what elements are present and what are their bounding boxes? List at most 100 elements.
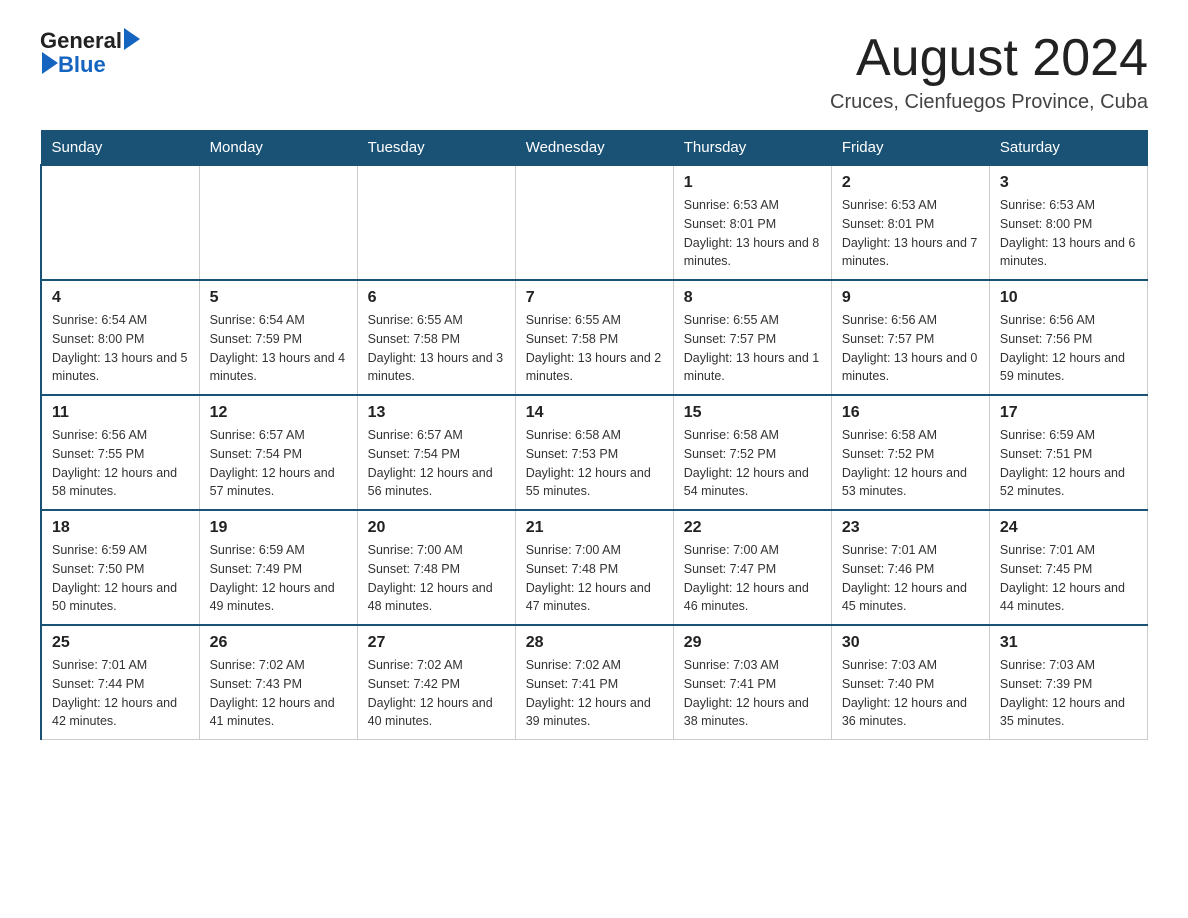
day-number: 18 bbox=[52, 519, 189, 537]
header-row: SundayMondayTuesdayWednesdayThursdayFrid… bbox=[41, 131, 1148, 166]
day-info: Sunrise: 7:03 AMSunset: 7:40 PMDaylight:… bbox=[842, 656, 979, 731]
day-cell bbox=[357, 165, 515, 280]
page-header: General Blue August 2024 Cruces, Cienfue… bbox=[40, 30, 1148, 114]
calendar-table: SundayMondayTuesdayWednesdayThursdayFrid… bbox=[40, 130, 1148, 740]
day-cell: 15 Sunrise: 6:58 AMSunset: 7:52 PMDayligh… bbox=[673, 395, 831, 510]
col-header-sunday: Sunday bbox=[41, 131, 199, 166]
week-row-1: 1Sunrise: 6:53 AMSunset: 8:01 PMDaylight… bbox=[41, 165, 1148, 280]
day-cell: 20 Sunrise: 7:00 AMSunset: 7:48 PMDayligh… bbox=[357, 510, 515, 625]
day-number: 31 bbox=[1000, 634, 1137, 652]
day-info: Sunrise: 6:56 AMSunset: 7:55 PMDaylight:… bbox=[52, 426, 189, 501]
day-number: 29 bbox=[684, 634, 821, 652]
day-number: 14 bbox=[526, 404, 663, 422]
day-info: Sunrise: 7:03 AMSunset: 7:41 PMDaylight:… bbox=[684, 656, 821, 731]
day-cell: 27 Sunrise: 7:02 AMSunset: 7:42 PMDayligh… bbox=[357, 625, 515, 740]
day-number: 21 bbox=[526, 519, 663, 537]
day-cell: 11 Sunrise: 6:56 AMSunset: 7:55 PMDayligh… bbox=[41, 395, 199, 510]
day-cell: 6 Sunrise: 6:55 AMSunset: 7:58 PMDaylight… bbox=[357, 280, 515, 395]
day-info: Sunrise: 7:00 AMSunset: 7:47 PMDaylight:… bbox=[684, 541, 821, 616]
day-cell: 26 Sunrise: 7:02 AMSunset: 7:43 PMDayligh… bbox=[199, 625, 357, 740]
day-cell: 1Sunrise: 6:53 AMSunset: 8:01 PMDaylight… bbox=[673, 165, 831, 280]
day-cell: 16 Sunrise: 6:58 AMSunset: 7:52 PMDayligh… bbox=[831, 395, 989, 510]
day-cell: 23Sunrise: 7:01 AMSunset: 7:46 PMDayligh… bbox=[831, 510, 989, 625]
day-number: 30 bbox=[842, 634, 979, 652]
day-number: 20 bbox=[368, 519, 505, 537]
title-block: August 2024 Cruces, Cienfuegos Province,… bbox=[830, 30, 1148, 114]
day-number: 24 bbox=[1000, 519, 1137, 537]
day-number: 10 bbox=[1000, 289, 1137, 307]
day-info: Sunrise: 6:54 AMSunset: 8:00 PMDaylight:… bbox=[52, 311, 189, 386]
day-number: 19 bbox=[210, 519, 347, 537]
day-cell: 14 Sunrise: 6:58 AMSunset: 7:53 PMDayligh… bbox=[515, 395, 673, 510]
day-cell: 24Sunrise: 7:01 AMSunset: 7:45 PMDayligh… bbox=[989, 510, 1147, 625]
day-cell: 12Sunrise: 6:57 AMSunset: 7:54 PMDayligh… bbox=[199, 395, 357, 510]
day-number: 11 bbox=[52, 404, 189, 422]
day-cell bbox=[41, 165, 199, 280]
logo: General Blue bbox=[40, 30, 140, 76]
logo-arrow-icon2 bbox=[42, 52, 58, 74]
day-cell: 4 Sunrise: 6:54 AMSunset: 8:00 PMDaylight… bbox=[41, 280, 199, 395]
day-number: 13 bbox=[368, 404, 505, 422]
day-number: 8 bbox=[684, 289, 821, 307]
col-header-thursday: Thursday bbox=[673, 131, 831, 166]
day-cell: 29 Sunrise: 7:03 AMSunset: 7:41 PMDayligh… bbox=[673, 625, 831, 740]
day-number: 27 bbox=[368, 634, 505, 652]
day-info: Sunrise: 6:58 AMSunset: 7:52 PMDaylight:… bbox=[684, 426, 821, 501]
col-header-monday: Monday bbox=[199, 131, 357, 166]
day-cell: 17Sunrise: 6:59 AMSunset: 7:51 PMDayligh… bbox=[989, 395, 1147, 510]
day-info: Sunrise: 7:00 AMSunset: 7:48 PMDaylight:… bbox=[368, 541, 505, 616]
day-info: Sunrise: 7:03 AMSunset: 7:39 PMDaylight:… bbox=[1000, 656, 1137, 731]
day-info: Sunrise: 6:59 AMSunset: 7:49 PMDaylight:… bbox=[210, 541, 347, 616]
week-row-5: 25 Sunrise: 7:01 AMSunset: 7:44 PMDayligh… bbox=[41, 625, 1148, 740]
day-info: Sunrise: 6:55 AMSunset: 7:57 PMDaylight:… bbox=[684, 311, 821, 386]
col-header-tuesday: Tuesday bbox=[357, 131, 515, 166]
day-info: Sunrise: 7:02 AMSunset: 7:42 PMDaylight:… bbox=[368, 656, 505, 731]
day-info: Sunrise: 6:53 AMSunset: 8:01 PMDaylight:… bbox=[842, 196, 979, 271]
day-number: 23 bbox=[842, 519, 979, 537]
day-number: 28 bbox=[526, 634, 663, 652]
logo-blue: Blue bbox=[58, 54, 106, 76]
day-cell: 22 Sunrise: 7:00 AMSunset: 7:47 PMDayligh… bbox=[673, 510, 831, 625]
day-number: 9 bbox=[842, 289, 979, 307]
day-info: Sunrise: 6:57 AMSunset: 7:54 PMDaylight:… bbox=[368, 426, 505, 501]
day-number: 6 bbox=[368, 289, 505, 307]
day-cell: 19 Sunrise: 6:59 AMSunset: 7:49 PMDayligh… bbox=[199, 510, 357, 625]
day-number: 25 bbox=[52, 634, 189, 652]
day-number: 26 bbox=[210, 634, 347, 652]
week-row-2: 4 Sunrise: 6:54 AMSunset: 8:00 PMDaylight… bbox=[41, 280, 1148, 395]
day-info: Sunrise: 6:55 AMSunset: 7:58 PMDaylight:… bbox=[526, 311, 663, 386]
day-number: 22 bbox=[684, 519, 821, 537]
day-cell: 31 Sunrise: 7:03 AMSunset: 7:39 PMDayligh… bbox=[989, 625, 1147, 740]
day-number: 7 bbox=[526, 289, 663, 307]
day-number: 15 bbox=[684, 404, 821, 422]
day-info: Sunrise: 6:55 AMSunset: 7:58 PMDaylight:… bbox=[368, 311, 505, 386]
day-number: 16 bbox=[842, 404, 979, 422]
day-cell: 28 Sunrise: 7:02 AMSunset: 7:41 PMDayligh… bbox=[515, 625, 673, 740]
day-cell: 5Sunrise: 6:54 AMSunset: 7:59 PMDaylight… bbox=[199, 280, 357, 395]
day-info: Sunrise: 6:54 AMSunset: 7:59 PMDaylight:… bbox=[210, 311, 347, 386]
logo-arrow-icon bbox=[124, 28, 140, 50]
day-cell: 18Sunrise: 6:59 AMSunset: 7:50 PMDayligh… bbox=[41, 510, 199, 625]
day-info: Sunrise: 7:02 AMSunset: 7:41 PMDaylight:… bbox=[526, 656, 663, 731]
day-info: Sunrise: 7:01 AMSunset: 7:44 PMDaylight:… bbox=[52, 656, 189, 731]
day-number: 3 bbox=[1000, 174, 1137, 192]
day-info: Sunrise: 6:53 AMSunset: 8:01 PMDaylight:… bbox=[684, 196, 821, 271]
day-cell: 25 Sunrise: 7:01 AMSunset: 7:44 PMDayligh… bbox=[41, 625, 199, 740]
day-cell: 10Sunrise: 6:56 AMSunset: 7:56 PMDayligh… bbox=[989, 280, 1147, 395]
day-cell bbox=[199, 165, 357, 280]
day-cell: 30 Sunrise: 7:03 AMSunset: 7:40 PMDayligh… bbox=[831, 625, 989, 740]
day-info: Sunrise: 7:00 AMSunset: 7:48 PMDaylight:… bbox=[526, 541, 663, 616]
logo-general: General bbox=[40, 30, 122, 52]
day-cell: 2 Sunrise: 6:53 AMSunset: 8:01 PMDaylight… bbox=[831, 165, 989, 280]
day-number: 4 bbox=[52, 289, 189, 307]
day-cell: 8 Sunrise: 6:55 AMSunset: 7:57 PMDaylight… bbox=[673, 280, 831, 395]
day-info: Sunrise: 6:58 AMSunset: 7:53 PMDaylight:… bbox=[526, 426, 663, 501]
day-cell: 9Sunrise: 6:56 AMSunset: 7:57 PMDaylight… bbox=[831, 280, 989, 395]
day-number: 2 bbox=[842, 174, 979, 192]
col-header-saturday: Saturday bbox=[989, 131, 1147, 166]
location-subtitle: Cruces, Cienfuegos Province, Cuba bbox=[830, 91, 1148, 114]
day-info: Sunrise: 7:02 AMSunset: 7:43 PMDaylight:… bbox=[210, 656, 347, 731]
day-cell: 13 Sunrise: 6:57 AMSunset: 7:54 PMDayligh… bbox=[357, 395, 515, 510]
day-info: Sunrise: 6:58 AMSunset: 7:52 PMDaylight:… bbox=[842, 426, 979, 501]
day-info: Sunrise: 6:59 AMSunset: 7:51 PMDaylight:… bbox=[1000, 426, 1137, 501]
